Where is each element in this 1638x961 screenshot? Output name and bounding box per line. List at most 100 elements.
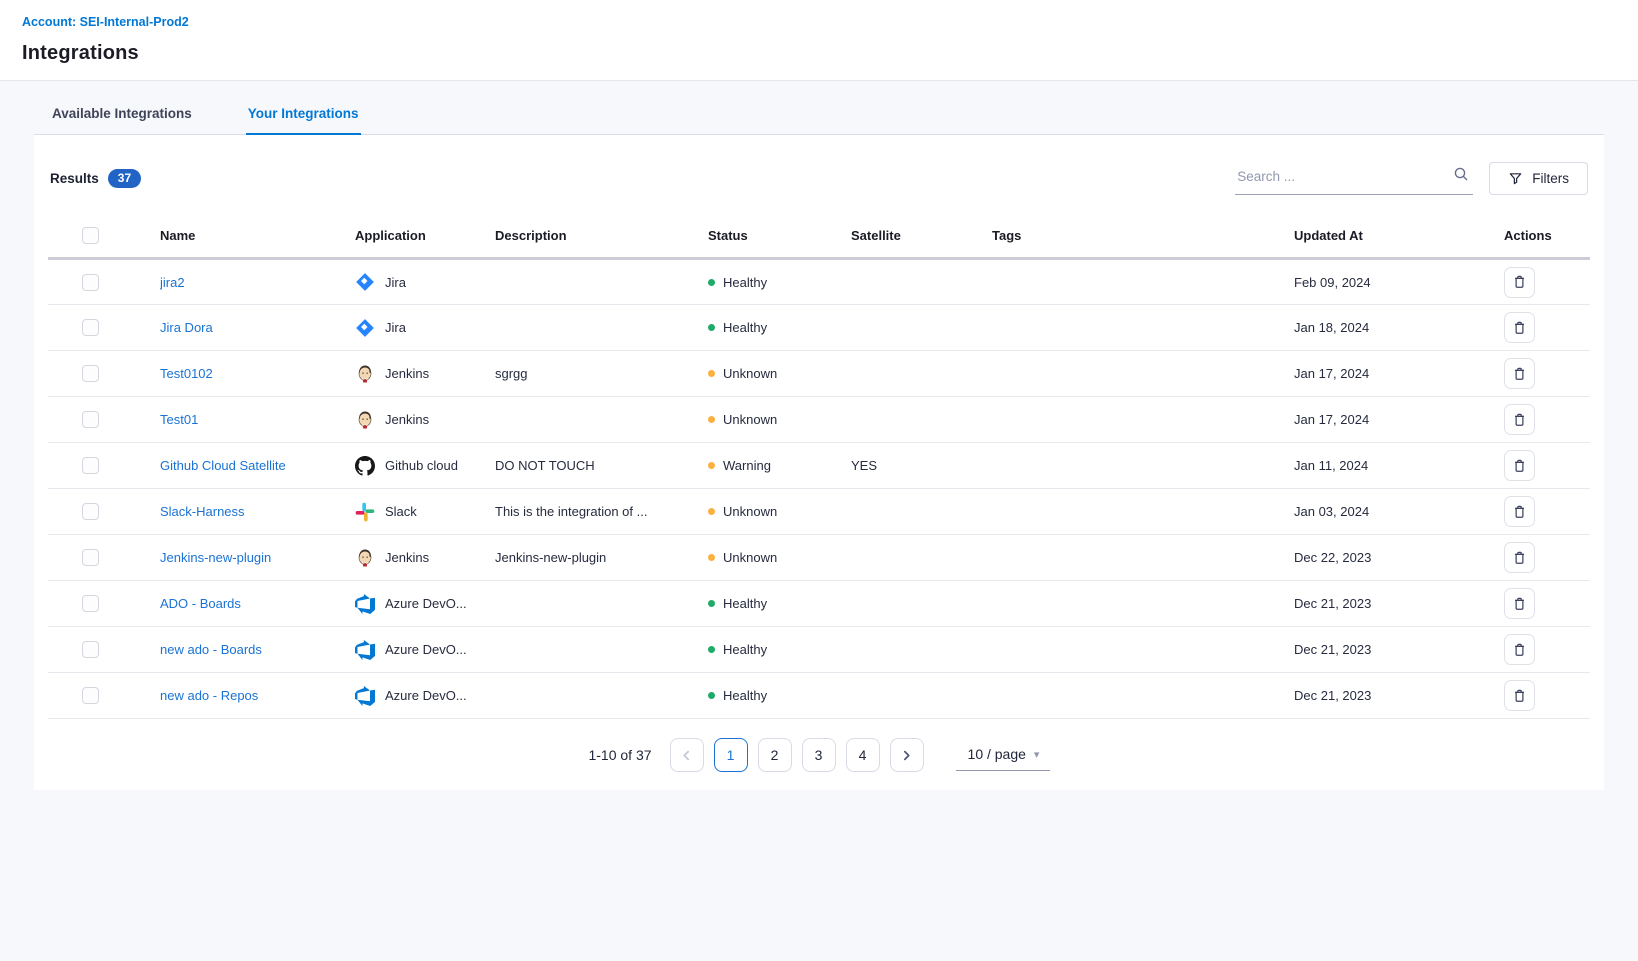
- table-row: Github Cloud SatelliteGithub cloudDO NOT…: [48, 443, 1590, 489]
- integration-name-link[interactable]: Jenkins-new-plugin: [160, 550, 271, 565]
- status-dot-icon: [708, 508, 715, 515]
- description-text: [495, 673, 708, 719]
- integrations-tabbar: Available Integrations Your Integrations: [34, 96, 1604, 135]
- status-dot-icon: [708, 692, 715, 699]
- integration-name-link[interactable]: Github Cloud Satellite: [160, 458, 286, 473]
- search-box: [1235, 161, 1473, 195]
- integration-name-link[interactable]: Test01: [160, 412, 198, 427]
- pagination-page-button-1[interactable]: 1: [714, 738, 748, 772]
- results-label: Results: [50, 171, 99, 186]
- application-label: Jenkins: [385, 412, 429, 427]
- status-dot-icon: [708, 370, 715, 377]
- status-label: Unknown: [723, 550, 777, 565]
- filters-button[interactable]: Filters: [1489, 162, 1588, 195]
- azure-icon: [355, 594, 375, 614]
- integration-name-link[interactable]: ADO - Boards: [160, 596, 241, 611]
- updated-at-value: Jan 17, 2024: [1294, 397, 1504, 443]
- jira-icon: [355, 318, 375, 338]
- tab-your-integrations[interactable]: Your Integrations: [246, 96, 361, 134]
- table-row: Test01 Jenkins Unknown Jan 17, 2024: [48, 397, 1590, 443]
- satellite-value: [851, 489, 992, 535]
- satellite-value: [851, 581, 992, 627]
- pagination-page-button-4[interactable]: 4: [846, 738, 880, 772]
- row-checkbox[interactable]: [82, 595, 99, 612]
- description-text: DO NOT TOUCH: [495, 443, 708, 489]
- tags-value: [992, 351, 1294, 397]
- row-checkbox[interactable]: [82, 503, 99, 520]
- integration-name-link[interactable]: new ado - Repos: [160, 688, 258, 703]
- delete-button[interactable]: [1504, 680, 1535, 711]
- account-breadcrumb-link[interactable]: Account: SEI-Internal-Prod2: [22, 15, 189, 29]
- integration-name-link[interactable]: new ado - Boards: [160, 642, 262, 657]
- application-label: Azure DevO...: [385, 688, 467, 703]
- page-title: Integrations: [22, 42, 1616, 65]
- select-all-checkbox[interactable]: [82, 227, 99, 244]
- tags-value: [992, 673, 1294, 719]
- description-text: This is the integration of ...: [495, 489, 708, 535]
- delete-button[interactable]: [1504, 312, 1535, 343]
- search-input[interactable]: [1237, 169, 1453, 184]
- updated-at-value: Jan 03, 2024: [1294, 489, 1504, 535]
- tags-value: [992, 443, 1294, 489]
- row-checkbox[interactable]: [82, 641, 99, 658]
- application-label: Azure DevO...: [385, 596, 467, 611]
- integration-name-link[interactable]: Jira Dora: [160, 320, 213, 335]
- integration-name-link[interactable]: Test0102: [160, 366, 213, 381]
- updated-at-value: Dec 21, 2023: [1294, 581, 1504, 627]
- azure-icon: [355, 686, 375, 706]
- delete-button[interactable]: [1504, 358, 1535, 389]
- pagination-page-button-2[interactable]: 2: [758, 738, 792, 772]
- application-label: Jira: [385, 320, 406, 335]
- table-row: Jenkins-new-pluginJenkinsJenkins-new-plu…: [48, 535, 1590, 581]
- delete-button[interactable]: [1504, 450, 1535, 481]
- delete-button[interactable]: [1504, 588, 1535, 619]
- pagination-prev-button[interactable]: [670, 738, 704, 772]
- satellite-value: [851, 259, 992, 305]
- satellite-value: [851, 535, 992, 581]
- satellite-value: [851, 305, 992, 351]
- jenkins-icon: [355, 364, 375, 384]
- delete-button[interactable]: [1504, 634, 1535, 665]
- table-row: new ado - ReposAzure DevO...HealthyDec 2…: [48, 673, 1590, 719]
- row-checkbox[interactable]: [82, 687, 99, 704]
- row-checkbox[interactable]: [82, 411, 99, 428]
- delete-button[interactable]: [1504, 404, 1535, 435]
- satellite-value: [851, 673, 992, 719]
- status-label: Healthy: [723, 596, 767, 611]
- row-checkbox[interactable]: [82, 549, 99, 566]
- filters-button-label: Filters: [1532, 171, 1569, 186]
- delete-button[interactable]: [1504, 267, 1535, 298]
- updated-at-value: Dec 22, 2023: [1294, 535, 1504, 581]
- status-dot-icon: [708, 279, 715, 286]
- row-checkbox[interactable]: [82, 457, 99, 474]
- pagination-page-button-3[interactable]: 3: [802, 738, 836, 772]
- integration-name-link[interactable]: jira2: [160, 275, 185, 290]
- pagination-next-button[interactable]: [890, 738, 924, 772]
- column-header-actions: Actions: [1504, 215, 1590, 259]
- row-checkbox[interactable]: [82, 365, 99, 382]
- satellite-value: [851, 351, 992, 397]
- updated-at-value: Feb 09, 2024: [1294, 259, 1504, 305]
- tab-available-integrations[interactable]: Available Integrations: [50, 96, 194, 134]
- status-label: Unknown: [723, 504, 777, 519]
- pagination: 1-10 of 37 1234 10 / page ▾: [48, 719, 1590, 772]
- status-label: Healthy: [723, 642, 767, 657]
- status-dot-icon: [708, 462, 715, 469]
- description-text: Jenkins-new-plugin: [495, 535, 708, 581]
- description-text: [495, 259, 708, 305]
- table-row: jira2JiraHealthyFeb 09, 2024: [48, 259, 1590, 305]
- tags-value: [992, 305, 1294, 351]
- row-checkbox[interactable]: [82, 274, 99, 291]
- status-label: Unknown: [723, 412, 777, 427]
- column-header-satellite: Satellite: [851, 215, 992, 259]
- description-text: sgrgg: [495, 351, 708, 397]
- delete-button[interactable]: [1504, 496, 1535, 527]
- delete-button[interactable]: [1504, 542, 1535, 573]
- integrations-table: NameApplicationDescriptionStatusSatellit…: [48, 215, 1590, 719]
- page-size-select[interactable]: 10 / page ▾: [956, 739, 1050, 771]
- filter-funnel-icon: [1508, 171, 1523, 186]
- integrations-card: Results 37 Filters: [34, 135, 1604, 790]
- integration-name-link[interactable]: Slack-Harness: [160, 504, 245, 519]
- row-checkbox[interactable]: [82, 319, 99, 336]
- page-header: Account: SEI-Internal-Prod2 Integrations: [0, 0, 1638, 81]
